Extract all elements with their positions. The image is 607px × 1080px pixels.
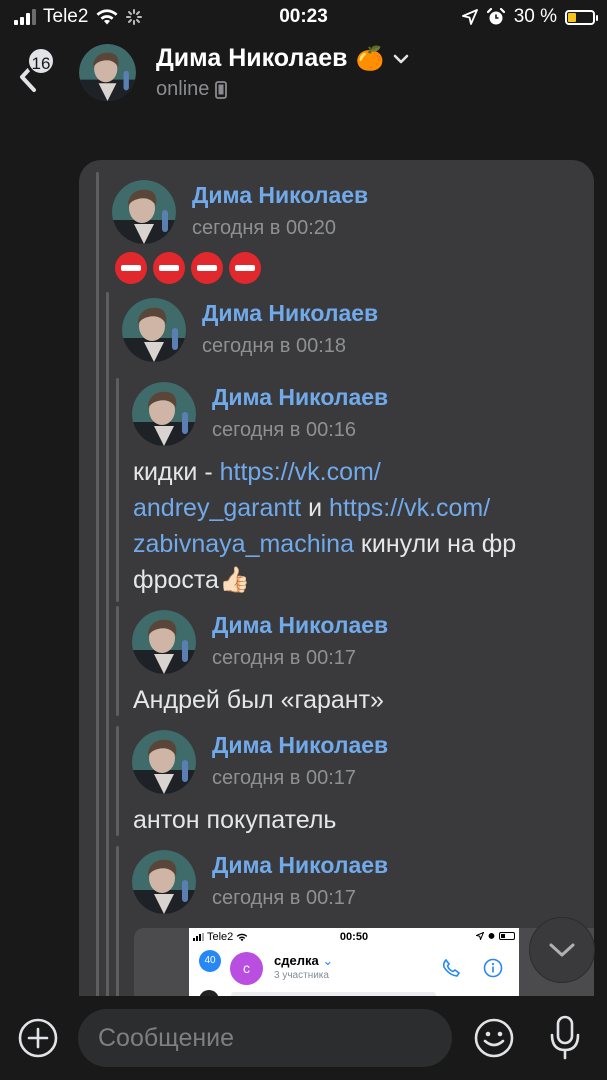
message-time: сегодня в 00:17 bbox=[212, 767, 356, 789]
embed-chat-title: сделка ⌄ bbox=[274, 953, 333, 969]
link-vk-2-path[interactable]: zabivnaya_machina bbox=[133, 530, 354, 558]
quote-line-level-3 bbox=[116, 378, 119, 602]
info-icon bbox=[483, 958, 503, 978]
author-avatar[interactable] bbox=[132, 730, 196, 794]
no-entry-emoji bbox=[191, 252, 223, 284]
text-fragment: фроста bbox=[133, 566, 219, 594]
contact-name: Дима Николаев bbox=[156, 44, 348, 72]
no-entry-emoji-row bbox=[115, 252, 261, 284]
embed-back-badge: 40 bbox=[199, 950, 221, 972]
online-status: online bbox=[156, 78, 210, 100]
battery-icon bbox=[499, 931, 515, 940]
message-author-block[interactable]: Дима Николаев сегодня в 00:18 bbox=[122, 298, 378, 362]
forwarded-message-bubble[interactable]: Дима Николаев сегодня в 00:20 Дима Никол… bbox=[79, 160, 594, 1020]
status-bar: Tele2 00:23 30 % bbox=[0, 0, 607, 34]
no-entry-emoji bbox=[229, 252, 261, 284]
author-name[interactable]: Дима Николаев bbox=[202, 300, 378, 327]
status-right: 30 % bbox=[461, 6, 598, 28]
emoji-smile-icon[interactable] bbox=[472, 1016, 516, 1060]
message-text: Андрей был «гарант» bbox=[133, 686, 384, 714]
location-arrow-icon bbox=[461, 9, 478, 25]
author-avatar[interactable] bbox=[132, 610, 196, 674]
author-avatar[interactable] bbox=[122, 298, 186, 362]
message-time: сегодня в 00:20 bbox=[192, 217, 336, 239]
quote-line-level-1 bbox=[96, 172, 99, 1020]
author-avatar[interactable] bbox=[112, 180, 176, 244]
message-time: сегодня в 00:18 bbox=[202, 335, 346, 357]
message-author-block[interactable]: Дима Николаев сегодня в 00:16 bbox=[132, 382, 388, 446]
phone-icon bbox=[442, 958, 461, 977]
message-author-block[interactable]: Дима Николаев сегодня в 00:17 bbox=[132, 610, 388, 674]
message-time: сегодня в 00:17 bbox=[212, 887, 356, 909]
message-author-block[interactable]: Дима Николаев сегодня в 00:17 bbox=[132, 850, 388, 914]
add-attachment-icon[interactable] bbox=[17, 1017, 59, 1059]
message-text: антон покупатель bbox=[133, 806, 337, 834]
embed-chat-title-text: сделка bbox=[274, 953, 319, 968]
message-placeholder: Сообщение bbox=[98, 1024, 235, 1052]
text-fragment: кидки - bbox=[133, 458, 220, 486]
author-name[interactable]: Дима Николаев bbox=[212, 384, 388, 411]
link-vk-2[interactable]: https://vk.com/ bbox=[329, 494, 490, 522]
chevron-down-icon[interactable] bbox=[392, 53, 410, 65]
chat-header: 16 Дима Николаев 🍊 online bbox=[0, 34, 607, 116]
no-entry-emoji bbox=[153, 252, 185, 284]
author-avatar[interactable] bbox=[132, 850, 196, 914]
no-entry-emoji bbox=[115, 252, 147, 284]
author-name[interactable]: Дима Николаев bbox=[212, 852, 388, 879]
author-name[interactable]: Дима Николаев bbox=[192, 182, 368, 209]
thumbs-up-emoji: 👍🏻 bbox=[218, 566, 251, 594]
mobile-phone-icon bbox=[215, 80, 228, 99]
author-name[interactable]: Дима Николаев bbox=[212, 732, 388, 759]
quote-line-level-3b bbox=[116, 606, 119, 716]
message-input[interactable]: Сообщение bbox=[78, 1009, 452, 1067]
microphone-icon[interactable] bbox=[545, 1013, 585, 1063]
text-fragment: и bbox=[301, 494, 330, 522]
alarm-clock-icon bbox=[486, 7, 505, 25]
location-arrow-icon bbox=[476, 931, 484, 940]
quote-line-level-3d bbox=[116, 846, 119, 1020]
message-input-bar: Сообщение bbox=[0, 996, 607, 1080]
battery-icon bbox=[565, 9, 598, 25]
message-time: сегодня в 00:17 bbox=[212, 647, 356, 669]
embed-chat-avatar: с bbox=[230, 952, 263, 985]
unread-badge[interactable]: 16 bbox=[26, 46, 56, 76]
message-author-block[interactable]: Дима Николаев сегодня в 00:17 bbox=[132, 730, 388, 794]
embed-chat-subtitle: 3 участника bbox=[274, 970, 329, 981]
chevron-down-icon: ⌄ bbox=[322, 953, 334, 968]
embed-clock: 00:50 bbox=[339, 931, 369, 943]
quote-line-level-3c bbox=[116, 726, 119, 836]
contact-avatar[interactable] bbox=[79, 44, 136, 101]
orange-emoji: 🍊 bbox=[355, 45, 385, 71]
author-avatar[interactable] bbox=[132, 382, 196, 446]
contact-status: online bbox=[156, 78, 228, 101]
message-author-block[interactable]: Дима Николаев сегодня в 00:20 bbox=[112, 180, 368, 244]
contact-name-row[interactable]: Дима Николаев 🍊 bbox=[156, 44, 410, 73]
alarm-clock-icon bbox=[488, 933, 495, 939]
battery-percent: 30 % bbox=[513, 6, 557, 27]
author-name[interactable]: Дима Николаев bbox=[212, 612, 388, 639]
embed-status-right bbox=[476, 931, 515, 940]
chevron-down-icon bbox=[549, 943, 575, 957]
scroll-to-bottom-button[interactable] bbox=[529, 917, 595, 983]
message-text: кидки - https://vk.com/ andrey_garantt и… bbox=[133, 454, 573, 598]
link-vk-1[interactable]: https://vk.com/ bbox=[220, 458, 381, 486]
message-time: сегодня в 00:16 bbox=[212, 419, 356, 441]
link-vk-1-path[interactable]: andrey_garantt bbox=[133, 494, 301, 522]
quote-line-level-2 bbox=[106, 292, 109, 1020]
text-fragment: кинули на фр bbox=[353, 530, 517, 558]
